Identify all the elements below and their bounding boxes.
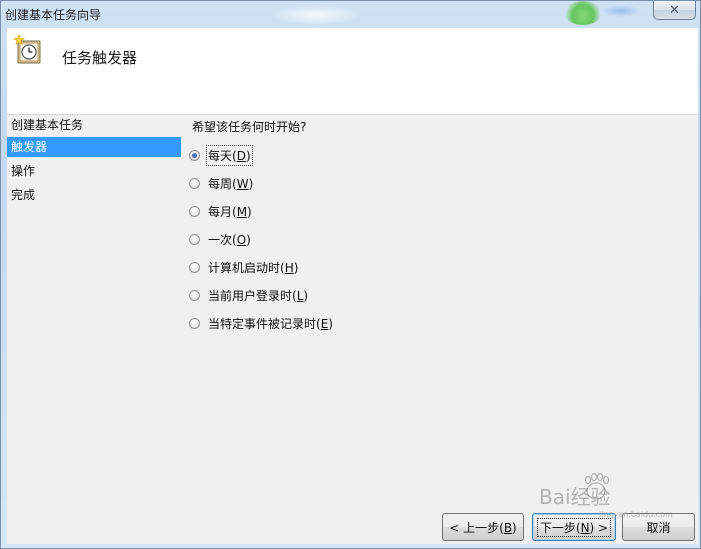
radio-label: 当特定事件被记录时(E) <box>208 316 333 331</box>
radio-button[interactable] <box>189 289 200 301</box>
radio-label: 每天(D) <box>206 144 253 166</box>
radio-weekly[interactable]: 每周(W) <box>189 173 254 193</box>
radio-monthly[interactable]: 每月(M) <box>189 201 253 221</box>
wizard-header: 任务触发器 <box>7 28 698 115</box>
wizard-window: 创建基本任务向导 ✕ 任务触发器 创建基本任务 触发器 操作 完成 希望该任务何… <box>0 0 701 549</box>
radio-label: 每月(M) <box>208 204 252 219</box>
radio-button[interactable] <box>189 261 200 273</box>
radio-button[interactable] <box>189 149 200 161</box>
next-button[interactable]: 下一步(N) > <box>532 513 616 541</box>
page-title: 任务触发器 <box>62 49 138 67</box>
nav-step-trigger[interactable]: 触发器 <box>7 137 181 157</box>
cancel-button[interactable]: 取消 <box>622 513 695 541</box>
back-button[interactable]: < 上一步(B) <box>442 513 524 541</box>
nav-step-create-basic-task[interactable]: 创建基本任务 <box>7 115 181 135</box>
radio-once[interactable]: 一次(O) <box>189 229 252 249</box>
cancel-button-label: 取消 <box>646 520 671 535</box>
next-button-label: 下一步(N) > <box>536 517 612 537</box>
radio-button[interactable] <box>189 233 200 245</box>
radio-label: 计算机启动时(H) <box>208 260 299 275</box>
radio-computer-startup[interactable]: 计算机启动时(H) <box>189 257 299 277</box>
radio-label: 一次(O) <box>208 232 251 247</box>
clock-icon <box>13 34 41 64</box>
radio-event-logged[interactable]: 当特定事件被记录时(E) <box>189 313 334 333</box>
radio-label: 当前用户登录时(L) <box>208 288 309 303</box>
trigger-question: 希望该任务何时开始? <box>192 120 307 134</box>
radio-label: 每周(W) <box>208 176 254 191</box>
title-bar[interactable]: 创建基本任务向导 ✕ <box>1 1 700 27</box>
nav-step-finish[interactable]: 完成 <box>7 185 181 205</box>
window-title: 创建基本任务向导 <box>5 8 102 22</box>
radio-user-logon[interactable]: 当前用户登录时(L) <box>189 285 309 305</box>
radio-button[interactable] <box>189 317 200 329</box>
close-button[interactable]: ✕ <box>653 1 696 20</box>
wizard-body: 创建基本任务 触发器 操作 完成 希望该任务何时开始? 每天(D) 每周(W) … <box>7 115 698 544</box>
radio-button[interactable] <box>189 205 200 217</box>
aero-glow <box>601 5 641 17</box>
radio-daily[interactable]: 每天(D) <box>189 144 253 166</box>
close-icon: ✕ <box>669 2 680 18</box>
nav-step-action[interactable]: 操作 <box>7 161 181 181</box>
aero-glow <box>564 1 602 25</box>
aero-glow <box>271 5 361 25</box>
radio-button[interactable] <box>189 177 200 189</box>
back-button-label: < 上一步(B) <box>449 520 517 535</box>
